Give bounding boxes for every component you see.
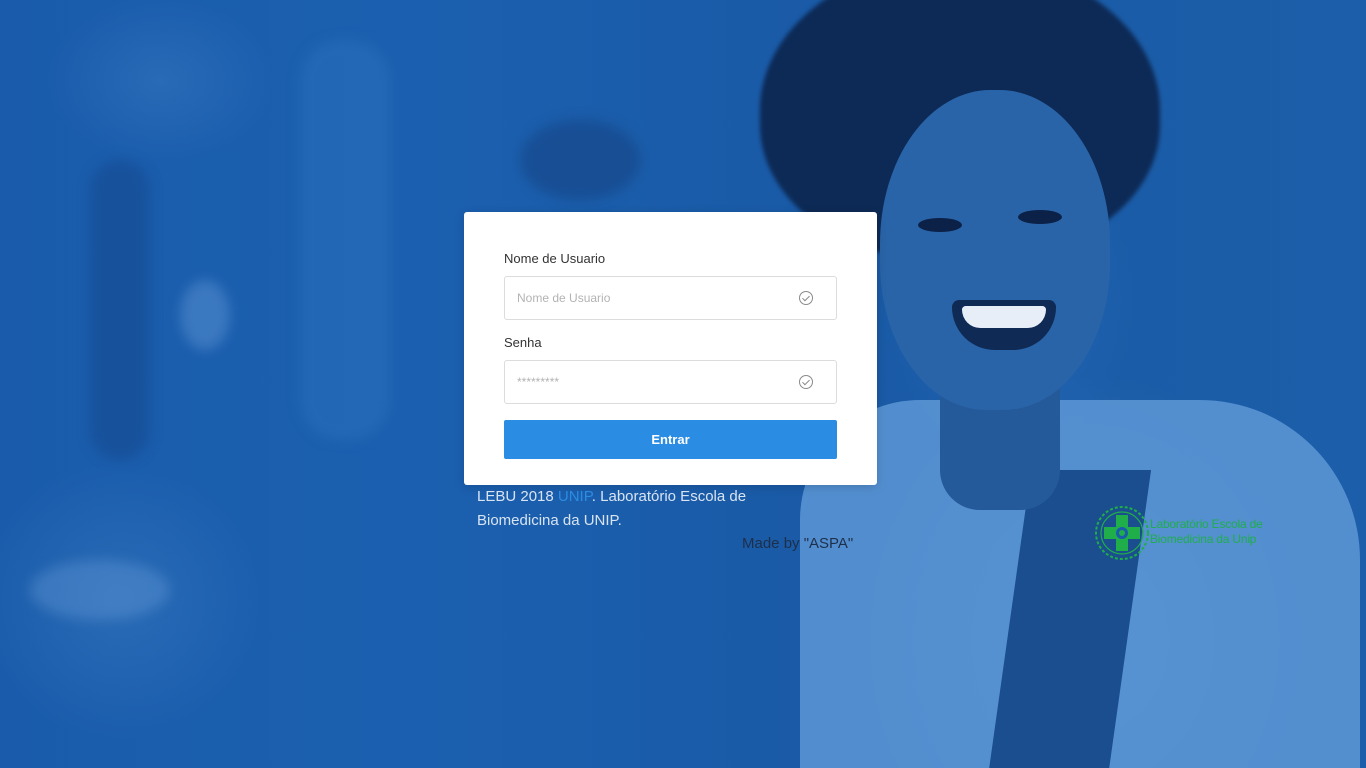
made-by-credit: Made by "ASPA" — [742, 535, 854, 552]
logo-line-1: Laboratório Escola de — [1150, 517, 1263, 531]
login-card: Nome de Usuario Senha Entrar — [464, 212, 877, 485]
woman-eye-right — [1018, 210, 1062, 224]
password-input[interactable] — [517, 361, 787, 403]
logo-line-2: Biomedicina da Unip — [1150, 532, 1257, 546]
username-field-wrapper — [504, 276, 837, 320]
background-blur-shape — [300, 40, 390, 440]
woman-eye-left — [918, 218, 962, 232]
password-label: Senha — [504, 335, 542, 350]
login-button[interactable]: Entrar — [504, 420, 837, 459]
lebu-logo: Laboratório Escola de Biomedicina da Uni… — [1094, 505, 1284, 561]
woman-face — [880, 90, 1110, 410]
background-blur-shape — [30, 560, 170, 620]
logo-caption: Laboratório Escola de Biomedicina da Uni… — [1150, 517, 1290, 547]
footer-copyright: LEBU 2018 UNIP. Laboratório Escola de Bi… — [477, 485, 797, 533]
background-blur-shape — [520, 120, 640, 200]
background-blur-shape — [180, 280, 230, 350]
password-field-wrapper — [504, 360, 837, 404]
unip-link[interactable]: UNIP — [558, 488, 592, 505]
woman-teeth — [962, 306, 1046, 328]
check-circle-icon — [799, 375, 813, 389]
username-input[interactable] — [517, 277, 787, 319]
check-circle-icon — [799, 291, 813, 305]
footer-prefix: LEBU 2018 — [477, 488, 558, 505]
medical-cross-logo-icon — [1095, 506, 1149, 560]
username-label: Nome de Usuario — [504, 251, 606, 266]
background-blur-shape — [90, 160, 150, 460]
